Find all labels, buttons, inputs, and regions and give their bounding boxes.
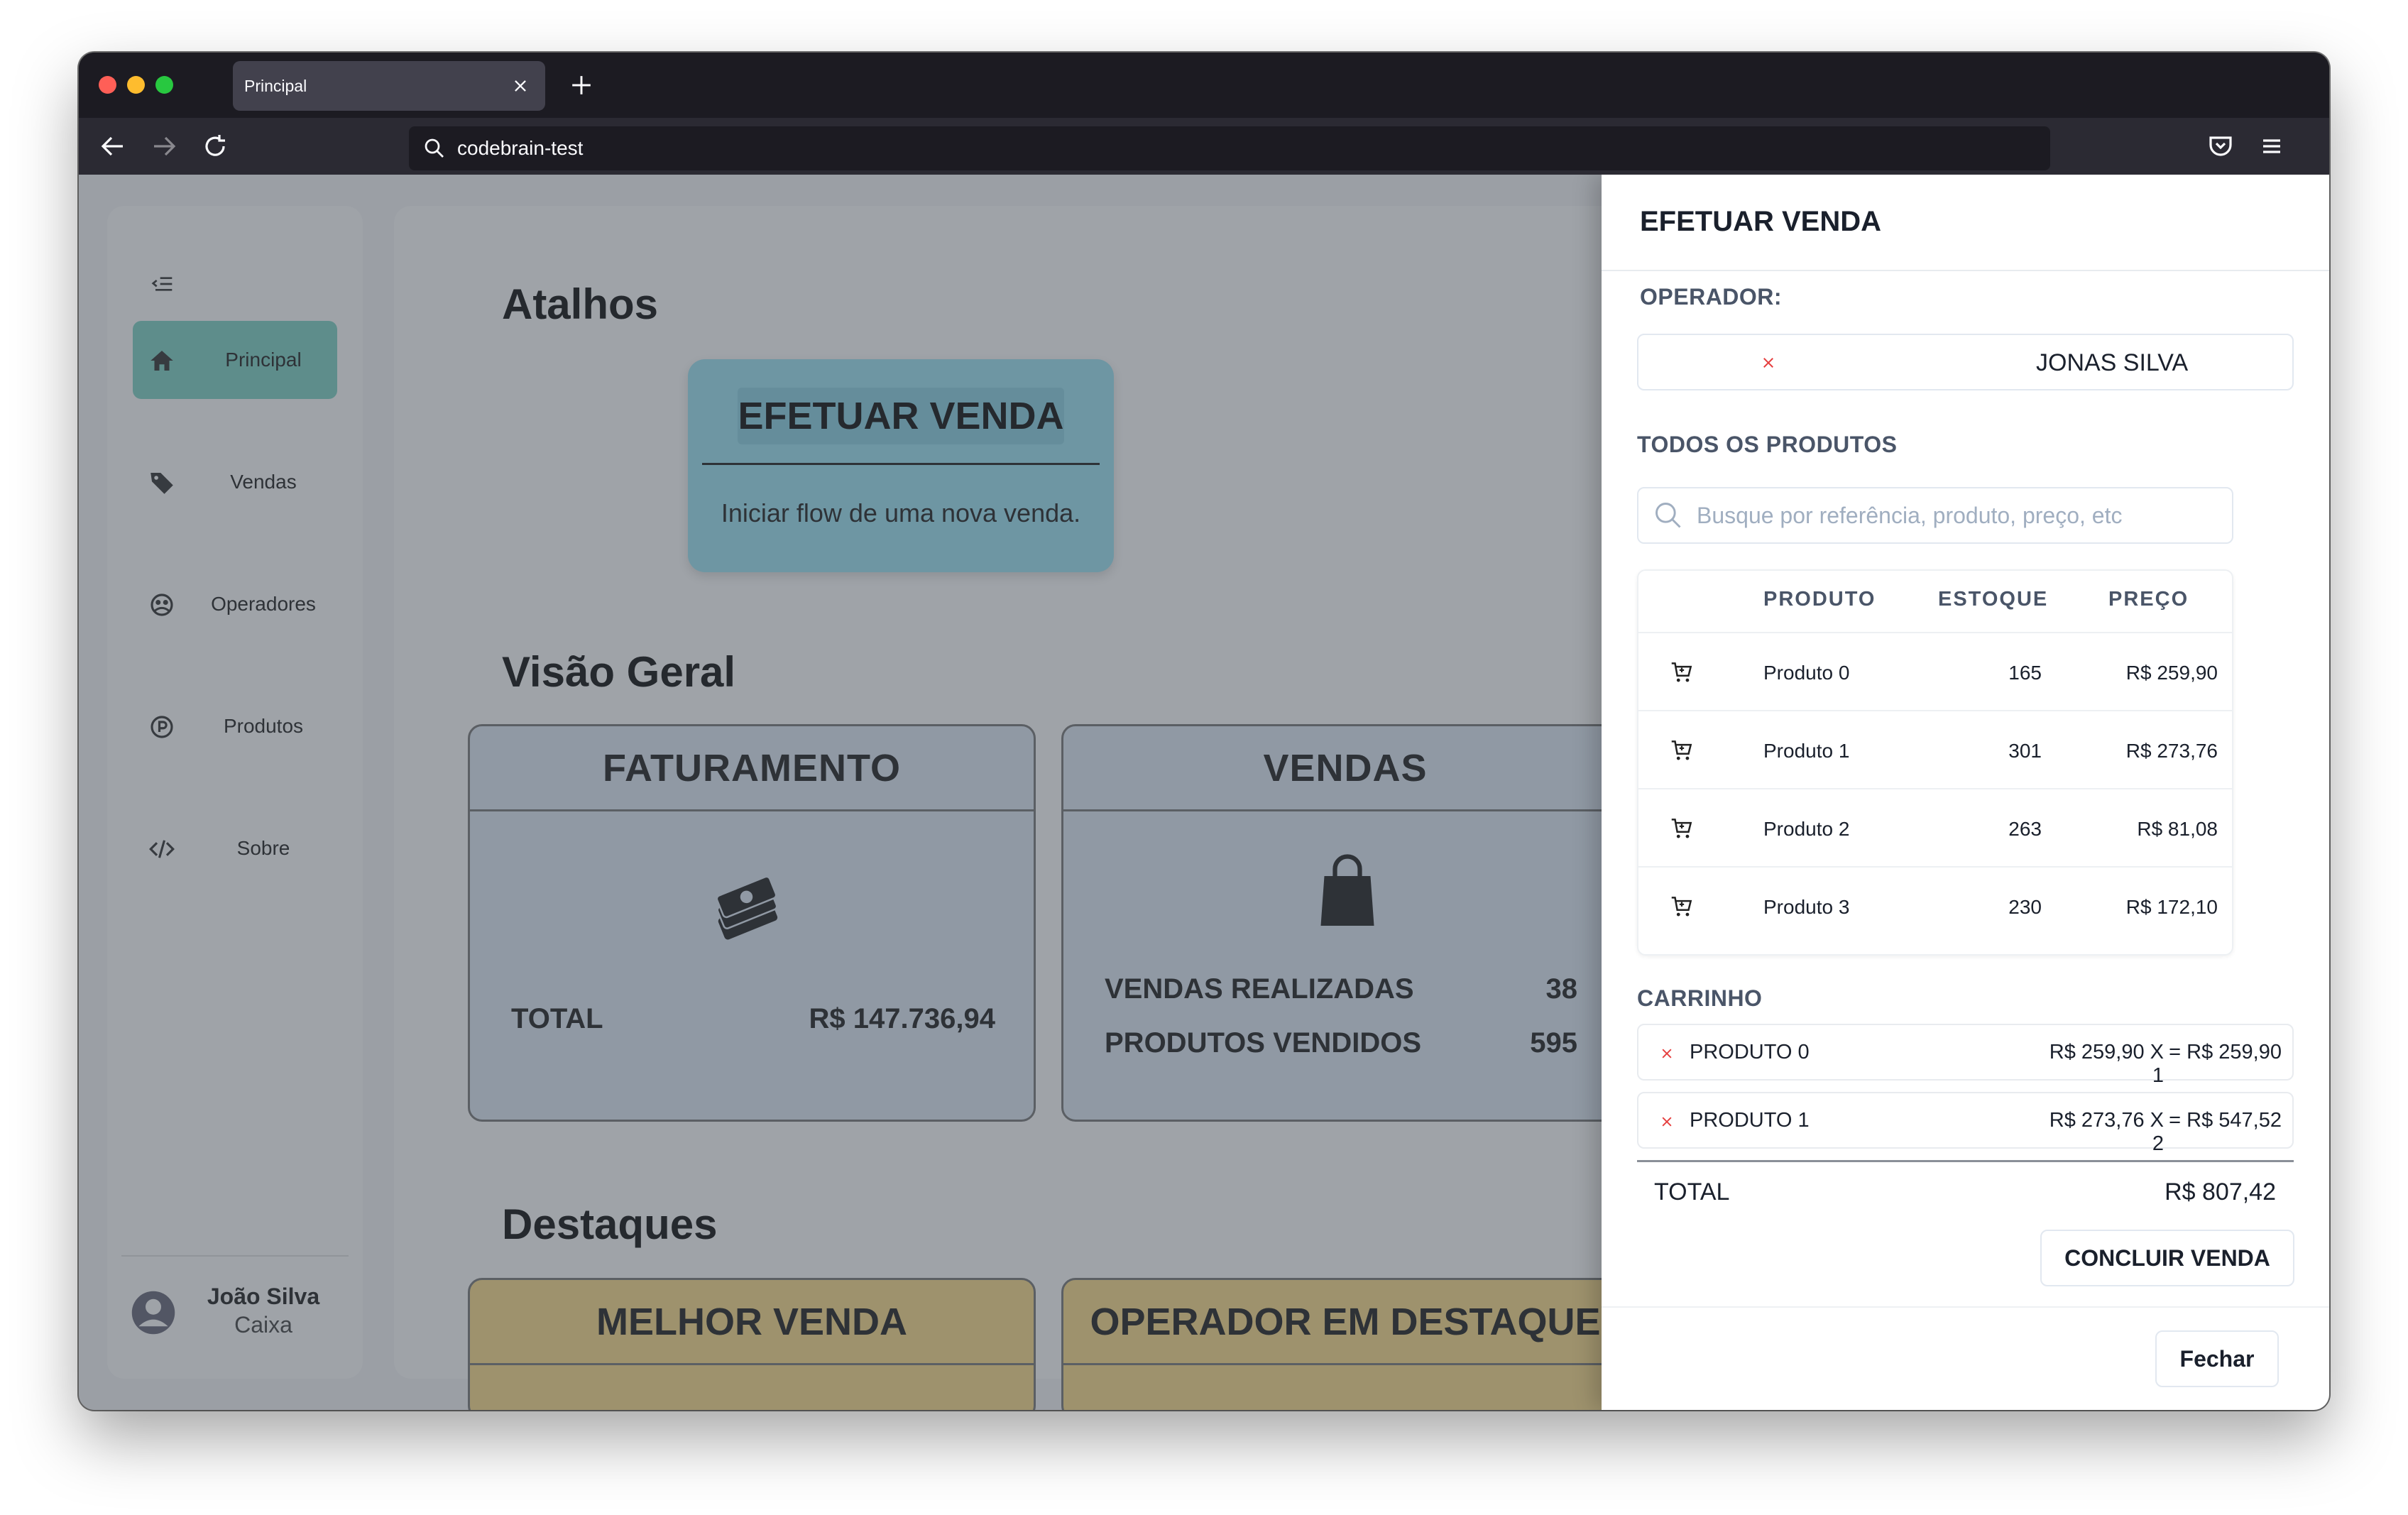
cart-label: CARRINHO [1637,985,1763,1011]
search-icon [1656,503,1681,528]
cart-item-total: = R$ 259,90 [2169,1041,2282,1063]
clear-operator-icon[interactable] [1758,352,1779,373]
tab-title: Principal [244,76,307,95]
column-header-preco: PREÇO [2108,588,2189,611]
navigation-bar: codebrain-test [79,118,2329,175]
operator-select[interactable]: JONAS SILVA [1637,334,2294,390]
pocket-icon[interactable] [2204,129,2238,163]
table-row: Produto 2 263 R$ 81,08 [1638,788,2232,866]
minimize-window-button[interactable] [127,76,145,94]
product-name: Produto 2 [1763,818,1850,840]
close-drawer-button[interactable]: Fechar [2155,1330,2279,1387]
table-row: Produto 0 165 R$ 259,90 [1638,632,2232,710]
cart-item-name: PRODUTO 0 [1690,1041,1810,1063]
cart-item-calc: R$ 273,76 X 2 [2049,1109,2164,1155]
url-text: codebrain-test [457,137,584,159]
operator-label: OPERADOR: [1640,284,1783,310]
add-to-cart-icon[interactable] [1668,815,1695,842]
page-viewport: Principal Vendas Operadores Produtos Sob… [79,175,2329,1410]
cart-item-calc: R$ 259,90 X 1 [2049,1041,2164,1087]
cart-item-total: = R$ 547,52 [2169,1109,2282,1132]
search-input[interactable] [1697,502,2222,529]
product-search[interactable] [1637,487,2233,544]
address-bar[interactable]: codebrain-test [409,126,2050,170]
product-price: R$ 273,76 [2125,740,2218,762]
table-row: Produto 3 230 R$ 172,10 [1638,866,2232,944]
divider [1602,270,2329,271]
cart-item: PRODUTO 0 R$ 259,90 X 1 = R$ 259,90 [1637,1024,2294,1087]
cart-total-label: TOTAL [1654,1178,1730,1205]
remove-item-icon[interactable] [1657,1044,1677,1063]
reload-icon[interactable] [198,129,232,163]
new-tab-icon[interactable] [566,70,597,101]
product-stock: 301 [2008,740,2042,762]
product-price: R$ 81,08 [2137,818,2218,840]
maximize-window-button[interactable] [155,76,173,94]
search-icon [425,138,444,158]
conclude-sale-button[interactable]: CONCLUIR VENDA [2040,1230,2294,1286]
products-table: PRODUTO ESTOQUE PREÇO Produto 0 165 R$ 2… [1637,569,2233,956]
close-window-button[interactable] [99,76,116,94]
tab-bar: Principal [79,53,2329,118]
column-header-produto: PRODUTO [1763,588,1876,611]
products-label: TODOS OS PRODUTOS [1637,432,1898,457]
product-price: R$ 259,90 [2125,662,2218,684]
divider [1637,1160,2294,1162]
cart-total-value: R$ 807,42 [2165,1178,2276,1205]
product-name: Produto 1 [1763,740,1850,762]
product-stock: 263 [2008,818,2042,840]
cart-item: PRODUTO 1 R$ 273,76 X 2 = R$ 547,52 [1637,1092,2294,1155]
product-stock: 230 [2008,896,2042,918]
cart-item-name: PRODUTO 1 [1690,1109,1810,1132]
product-name: Produto 0 [1763,662,1850,684]
forward-arrow-icon[interactable] [147,129,181,163]
remove-item-icon[interactable] [1657,1112,1677,1132]
divider [1602,1306,2329,1308]
add-to-cart-icon[interactable] [1668,737,1695,764]
browser-window: Principal codebrain-test Principal Venda… [79,53,2329,1410]
product-price: R$ 172,10 [2125,896,2218,918]
close-icon[interactable] [508,74,532,98]
drawer-title: EFETUAR VENDA [1640,206,1882,237]
product-name: Produto 3 [1763,896,1850,918]
product-stock: 165 [2008,662,2042,684]
operator-name: JONAS SILVA [2036,349,2189,376]
sale-drawer: EFETUAR VENDA OPERADOR: JONAS SILVA TODO… [1602,175,2329,1410]
add-to-cart-icon[interactable] [1668,659,1695,686]
menu-icon[interactable] [2255,129,2289,163]
add-to-cart-icon[interactable] [1668,893,1695,920]
tab-principal[interactable]: Principal [233,61,545,111]
column-header-estoque: ESTOQUE [1938,588,2049,611]
table-row: Produto 1 301 R$ 273,76 [1638,710,2232,788]
back-arrow-icon[interactable] [96,129,130,163]
